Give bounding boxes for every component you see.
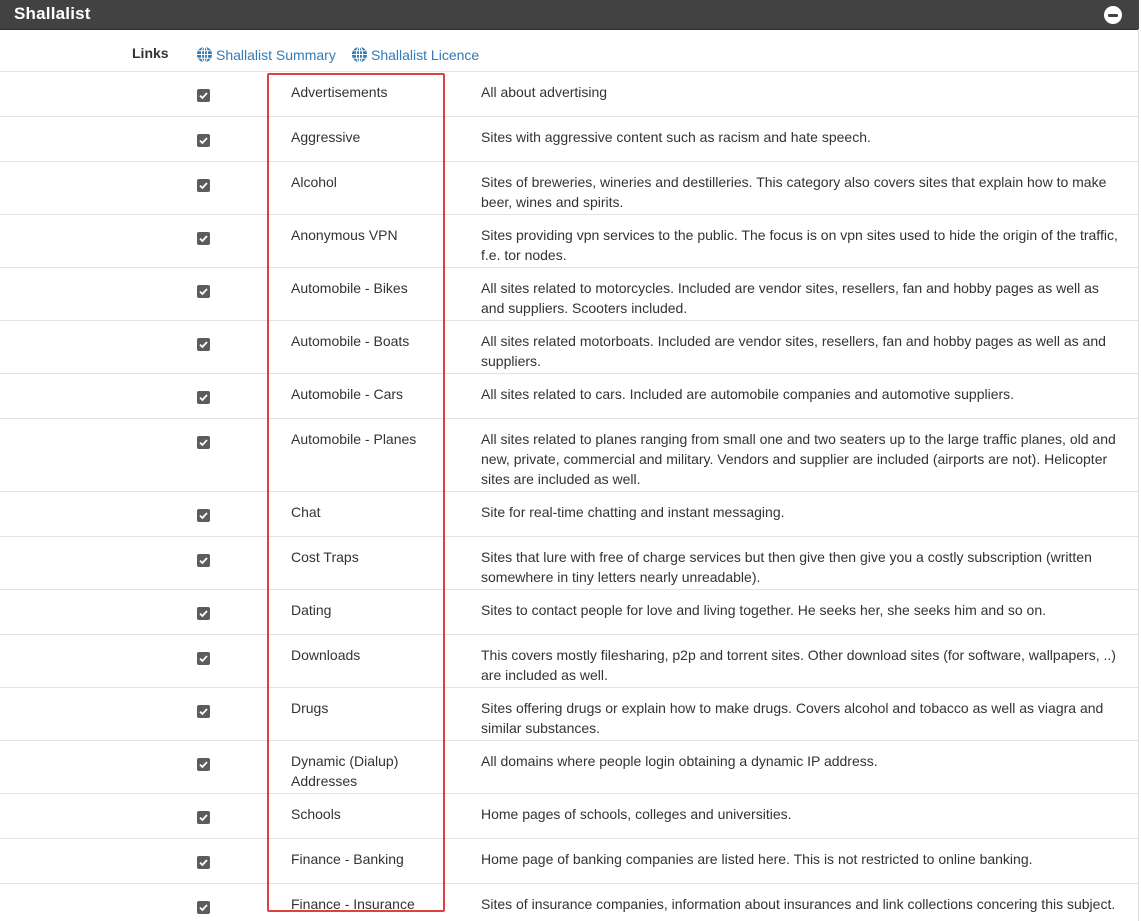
links-row: Links Shallalist Summary Shallalist Lice…	[0, 30, 1138, 72]
category-checkbox[interactable]	[197, 338, 210, 351]
category-description: Sites of breweries, wineries and destill…	[481, 174, 1107, 210]
category-description: All sites related to planes ranging from…	[481, 431, 1116, 487]
category-name: Alcohol	[291, 174, 337, 190]
category-name: Automobile - Planes	[291, 431, 417, 447]
panel-header: Shallalist	[0, 0, 1139, 30]
panel-title: Shallalist	[14, 4, 91, 23]
category-row: Automobile - Planes All sites related to…	[0, 419, 1138, 492]
collapse-minus-icon[interactable]	[1104, 6, 1122, 24]
category-checkbox[interactable]	[197, 134, 210, 147]
shallalist-licence-link[interactable]: Shallalist Licence	[351, 46, 479, 63]
category-checkbox[interactable]	[197, 509, 210, 522]
link-label: Shallalist Summary	[216, 47, 336, 63]
link-label: Shallalist Licence	[371, 47, 480, 63]
category-name: Cost Traps	[291, 549, 359, 565]
category-description: All about advertising	[481, 84, 608, 100]
category-name: Drugs	[291, 700, 329, 716]
category-row: Chat Site for real-time chatting and ins…	[0, 492, 1138, 537]
category-checkbox[interactable]	[197, 901, 210, 914]
category-description: Home pages of schools, colleges and univ…	[481, 806, 792, 822]
category-checkbox[interactable]	[197, 285, 210, 298]
panel-right-border	[1138, 29, 1139, 921]
category-row: Finance - Insurance Sites of insurance c…	[0, 884, 1138, 921]
category-description: This covers mostly filesharing, p2p and …	[481, 647, 1116, 683]
category-row: Finance - Banking Home page of banking c…	[0, 839, 1138, 884]
globe-icon	[196, 46, 213, 63]
category-checkbox[interactable]	[197, 554, 210, 567]
category-description: Sites to contact people for love and liv…	[481, 602, 1047, 618]
category-row: Drugs Sites offering drugs or explain ho…	[0, 688, 1138, 741]
category-name: Downloads	[291, 647, 361, 663]
category-name: Automobile - Cars	[291, 386, 404, 402]
category-row: Advertisements All about advertising	[0, 72, 1138, 117]
globe-icon	[351, 46, 368, 63]
category-description: Home page of banking companies are liste…	[481, 851, 1033, 867]
category-row: Cost Traps Sites that lure with free of …	[0, 537, 1138, 590]
category-checkbox[interactable]	[197, 705, 210, 718]
category-description: Sites that lure with free of charge serv…	[481, 549, 1092, 585]
category-row: Automobile - Boats All sites related mot…	[0, 321, 1138, 374]
category-name: Schools	[291, 806, 341, 822]
category-checkbox[interactable]	[197, 856, 210, 869]
category-checkbox[interactable]	[197, 758, 210, 771]
category-name: Automobile - Bikes	[291, 280, 408, 296]
category-checkbox[interactable]	[197, 179, 210, 192]
category-row: Aggressive Sites with aggressive content…	[0, 117, 1138, 162]
category-name: Aggressive	[291, 129, 361, 145]
category-description: Sites of insurance companies, informatio…	[481, 896, 1116, 912]
category-name: Anonymous VPN	[291, 227, 398, 243]
category-name: Chat	[291, 504, 321, 520]
category-checkbox[interactable]	[197, 607, 210, 620]
category-description: All sites related to motorcycles. Includ…	[481, 280, 1099, 316]
category-description: All sites related to cars. Included are …	[481, 386, 1015, 402]
category-description: Sites providing vpn services to the publ…	[481, 227, 1118, 263]
category-checkbox[interactable]	[197, 652, 210, 665]
category-description: Site for real-time chatting and instant …	[481, 504, 785, 520]
category-row: Dating Sites to contact people for love …	[0, 590, 1138, 635]
category-name: Finance - Insurance	[291, 896, 415, 912]
category-row: Automobile - Bikes All sites related to …	[0, 268, 1138, 321]
category-name: Advertisements	[291, 84, 388, 100]
category-name: Finance - Banking	[291, 851, 404, 867]
category-name: Automobile - Boats	[291, 333, 410, 349]
shallalist-summary-link[interactable]: Shallalist Summary	[196, 46, 336, 63]
category-row: Alcohol Sites of breweries, wineries and…	[0, 162, 1138, 215]
category-name: Dynamic (Dialup) Addresses	[291, 753, 399, 789]
category-description: Sites with aggressive content such as ra…	[481, 129, 871, 145]
category-checkbox[interactable]	[197, 232, 210, 245]
category-description: Sites offering drugs or explain how to m…	[481, 700, 1104, 736]
category-row: Anonymous VPN Sites providing vpn servic…	[0, 215, 1138, 268]
category-description: All sites related motorboats. Included a…	[481, 333, 1106, 369]
category-row: Automobile - Cars All sites related to c…	[0, 374, 1138, 419]
links-label: Links	[132, 45, 169, 61]
category-checkbox[interactable]	[197, 89, 210, 102]
category-row: Downloads This covers mostly filesharing…	[0, 635, 1138, 688]
category-checkbox[interactable]	[197, 811, 210, 824]
category-description: All domains where people login obtaining…	[481, 753, 878, 769]
category-checkbox[interactable]	[197, 436, 210, 449]
category-row: Schools Home pages of schools, colleges …	[0, 794, 1138, 839]
category-checkbox[interactable]	[197, 391, 210, 404]
category-row: Dynamic (Dialup) Addresses All domains w…	[0, 741, 1138, 794]
category-name: Dating	[291, 602, 332, 618]
